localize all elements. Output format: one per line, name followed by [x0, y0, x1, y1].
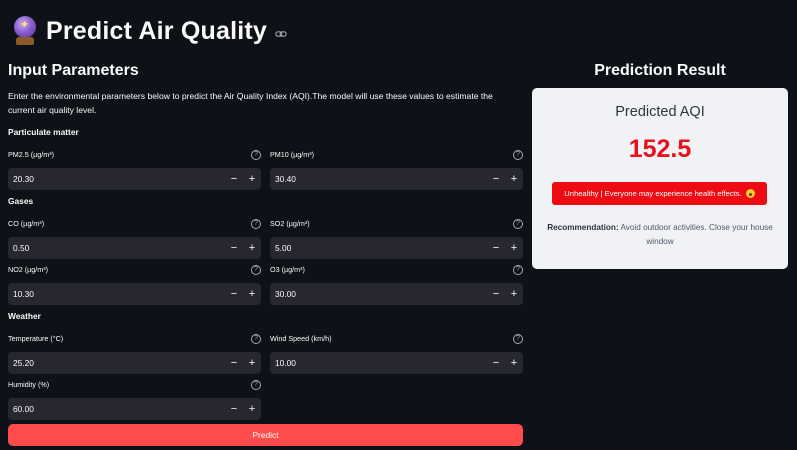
no2-input[interactable]: 10.30 − +: [8, 283, 261, 305]
recommendation-label: Recommendation:: [547, 223, 619, 232]
wind-speed-input[interactable]: 10.00 − +: [270, 352, 523, 374]
crystal-ball-icon: ✦: [12, 16, 38, 46]
decrement-button[interactable]: −: [225, 168, 243, 190]
no2-label: NO2 (µg/m³): [8, 265, 49, 274]
recommendation-text: Avoid outdoor activities. Close your hou…: [618, 223, 773, 246]
decrement-button[interactable]: −: [487, 168, 505, 190]
pm25-input[interactable]: 20.30 − +: [8, 168, 261, 190]
humidity-value[interactable]: 60.00: [8, 404, 225, 414]
increment-button[interactable]: +: [505, 352, 523, 374]
pm25-field: PM2.5 (µg/m³) ? 20.30 − +: [8, 150, 261, 190]
wind-speed-label: Wind Speed (km/h): [270, 334, 332, 343]
co-input[interactable]: 0.50 − +: [8, 237, 261, 259]
co-label: CO (µg/m³): [8, 219, 45, 228]
help-icon[interactable]: ?: [251, 334, 261, 344]
predict-button[interactable]: Predict: [8, 424, 523, 446]
app-header: ✦ Predict Air Quality: [12, 16, 287, 46]
worried-face-icon: [745, 189, 755, 198]
humidity-label: Humidity (%): [8, 380, 50, 389]
temperature-input[interactable]: 25.20 − +: [8, 352, 261, 374]
decrement-button[interactable]: −: [225, 352, 243, 374]
o3-value[interactable]: 30.00: [270, 289, 487, 299]
increment-button[interactable]: +: [505, 283, 523, 305]
increment-button[interactable]: +: [505, 168, 523, 190]
increment-button[interactable]: +: [243, 237, 261, 259]
so2-value[interactable]: 5.00: [270, 243, 487, 253]
help-icon[interactable]: ?: [251, 380, 261, 390]
so2-input[interactable]: 5.00 − +: [270, 237, 523, 259]
recommendation: Recommendation: Avoid outdoor activities…: [542, 221, 778, 249]
pm25-label: PM2.5 (µg/m³): [8, 150, 55, 159]
co-field: CO (µg/m³) ? 0.50 − +: [8, 219, 261, 259]
so2-field: SO2 (µg/m³) ? 5.00 − +: [270, 219, 523, 259]
increment-button[interactable]: +: [243, 283, 261, 305]
decrement-button[interactable]: −: [225, 237, 243, 259]
predicted-aqi-title: Predicted AQI: [615, 104, 705, 120]
group-heading-weather: Weather: [8, 311, 41, 321]
help-icon[interactable]: ?: [251, 219, 261, 229]
help-icon[interactable]: ?: [251, 265, 261, 275]
o3-input[interactable]: 30.00 − +: [270, 283, 523, 305]
prediction-result-heading: Prediction Result: [594, 62, 726, 79]
increment-button[interactable]: +: [505, 237, 523, 259]
group-heading-particulate: Particulate matter: [8, 127, 79, 137]
increment-button[interactable]: +: [243, 352, 261, 374]
result-card: Predicted AQI 152.5 Unhealthy | Everyone…: [532, 88, 788, 269]
pm25-value[interactable]: 20.30: [8, 174, 225, 184]
status-text: Unhealthy | Everyone may experience heal…: [564, 189, 742, 198]
temperature-value[interactable]: 25.20: [8, 358, 225, 368]
help-icon[interactable]: ?: [513, 150, 523, 160]
no2-field: NO2 (µg/m³) ? 10.30 − +: [8, 265, 261, 305]
o3-field: O3 (µg/m³) ? 30.00 − +: [270, 265, 523, 305]
increment-button[interactable]: +: [243, 398, 261, 420]
o3-label: O3 (µg/m³): [270, 265, 305, 274]
increment-button[interactable]: +: [243, 168, 261, 190]
temperature-field: Temperature (°C) ? 25.20 − +: [8, 334, 261, 374]
help-icon[interactable]: ?: [513, 334, 523, 344]
humidity-field: Humidity (%) ? 60.00 − +: [8, 380, 261, 420]
humidity-input[interactable]: 60.00 − +: [8, 398, 261, 420]
input-description: Enter the environmental parameters below…: [8, 91, 493, 115]
help-icon[interactable]: ?: [513, 219, 523, 229]
input-parameters-heading: Input Parameters: [8, 62, 139, 79]
co-value[interactable]: 0.50: [8, 243, 225, 253]
so2-label: SO2 (µg/m³): [270, 219, 310, 228]
aqi-value: 152.5: [628, 135, 692, 163]
help-icon[interactable]: ?: [513, 265, 523, 275]
pm10-field: PM10 (µg/m³) ? 30.40 − +: [270, 150, 523, 190]
link-icon[interactable]: [275, 28, 287, 40]
decrement-button[interactable]: −: [225, 398, 243, 420]
no2-value[interactable]: 10.30: [8, 289, 225, 299]
pm10-label: PM10 (µg/m³): [270, 150, 315, 159]
help-icon[interactable]: ?: [251, 150, 261, 160]
wind-speed-field: Wind Speed (km/h) ? 10.00 − +: [270, 334, 523, 374]
decrement-button[interactable]: −: [487, 237, 505, 259]
decrement-button[interactable]: −: [487, 352, 505, 374]
group-heading-gases: Gases: [8, 196, 34, 206]
wind-speed-value[interactable]: 10.00: [270, 358, 487, 368]
decrement-button[interactable]: −: [225, 283, 243, 305]
status-badge: Unhealthy | Everyone may experience heal…: [552, 182, 767, 205]
pm10-value[interactable]: 30.40: [270, 174, 487, 184]
page-title: Predict Air Quality: [46, 16, 267, 45]
pm10-input[interactable]: 30.40 − +: [270, 168, 523, 190]
decrement-button[interactable]: −: [487, 283, 505, 305]
temperature-label: Temperature (°C): [8, 334, 64, 343]
